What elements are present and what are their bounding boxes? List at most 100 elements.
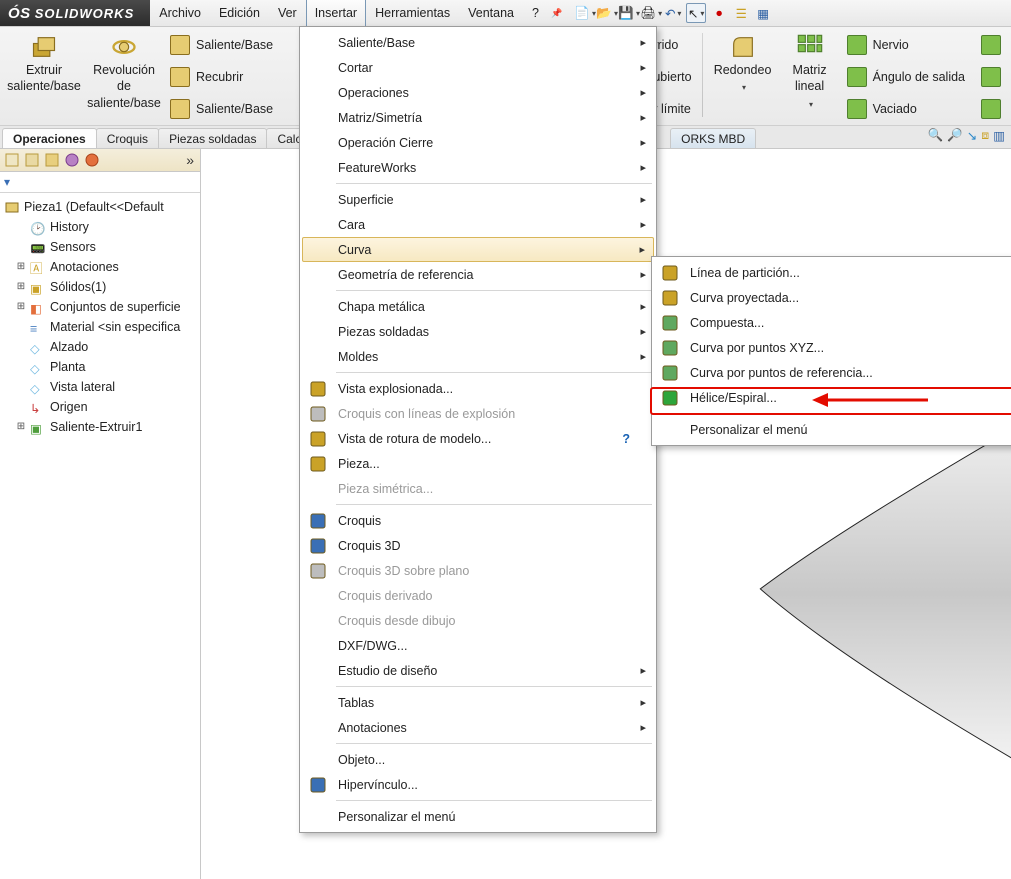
- curva-item[interactable]: Hélice/Espiral...: [654, 385, 1011, 410]
- insertar-item[interactable]: Chapa metálica: [302, 294, 654, 319]
- fm-tab-tree-icon[interactable]: [4, 152, 20, 168]
- ribbon-boundary[interactable]: Saliente/Base: [166, 95, 277, 123]
- fm-tabs-more[interactable]: »: [186, 152, 194, 168]
- ribbon-rib[interactable]: Nervio: [843, 31, 969, 59]
- dropdown-arrow-icon[interactable]: [739, 79, 746, 93]
- feature-filter[interactable]: ▾: [0, 172, 200, 193]
- insertar-item[interactable]: FeatureWorks: [302, 155, 654, 180]
- ribbon-revolve[interactable]: Revolución de saliente/base: [86, 31, 162, 125]
- tree-boss-extrude[interactable]: ⊞ ▣ Saliente-Extruir1: [2, 417, 198, 437]
- tree-root[interactable]: Pieza1 (Default<<Default: [2, 197, 198, 217]
- menu-edicion[interactable]: Edición: [210, 0, 269, 26]
- insertar-item[interactable]: Operación Cierre: [302, 130, 654, 155]
- rec-icon[interactable]: ●: [710, 4, 728, 22]
- tree-origin[interactable]: ↳ Origen: [2, 397, 198, 417]
- tree-sensors[interactable]: 📟 Sensors: [2, 237, 198, 257]
- insertar-item[interactable]: Piezas soldadas: [302, 319, 654, 344]
- save-icon[interactable]: 💾: [620, 4, 638, 22]
- insertar-item[interactable]: Cortar: [302, 55, 654, 80]
- tree-right-plane[interactable]: ◇ Vista lateral: [2, 377, 198, 397]
- sheet-icon[interactable]: ▦: [754, 4, 772, 22]
- ribbon-fillet[interactable]: Redondeo: [709, 31, 777, 125]
- insertar-item[interactable]: Croquis: [302, 508, 654, 533]
- insertar-item[interactable]: Hipervínculo...: [302, 772, 654, 797]
- insertar-item[interactable]: Personalizar el menú: [302, 804, 654, 829]
- menu-ver[interactable]: Ver: [269, 0, 306, 26]
- ribbon-loft[interactable]: Recubrir: [166, 63, 277, 91]
- insertar-item[interactable]: Matriz/Simetría: [302, 105, 654, 130]
- ribbon-draft[interactable]: Ángulo de salida: [843, 63, 969, 91]
- insertar-item[interactable]: Vista explosionada...: [302, 376, 654, 401]
- ribbon-swept[interactable]: Saliente/Base: [166, 31, 277, 59]
- print-icon[interactable]: 🖨: [642, 4, 660, 22]
- insertar-item[interactable]: Objeto...: [302, 747, 654, 772]
- tab-piezas-soldadas[interactable]: Piezas soldadas: [158, 128, 267, 148]
- new-doc-icon[interactable]: 📄: [576, 4, 594, 22]
- menu-insertar[interactable]: Insertar: [306, 0, 366, 27]
- zoom-in-icon[interactable]: 🔍: [928, 128, 944, 143]
- open-icon[interactable]: 📂: [598, 4, 616, 22]
- ribbon-extra-3[interactable]: [977, 95, 1005, 123]
- tree-top-plane[interactable]: ◇ Planta: [2, 357, 198, 377]
- ribbon-linear-pattern[interactable]: Matriz lineal: [781, 31, 839, 125]
- insertar-item[interactable]: DXF/DWG...: [302, 633, 654, 658]
- insertar-item[interactable]: Curva: [302, 237, 654, 262]
- help-icon[interactable]: ?: [622, 432, 630, 446]
- ribbon-label: ubierto: [653, 70, 691, 84]
- insertar-item[interactable]: Pieza...: [302, 451, 654, 476]
- expand-icon[interactable]: ⊞: [16, 297, 26, 317]
- ribbon-extra-1[interactable]: [977, 31, 1005, 59]
- fm-tab-property-icon[interactable]: [24, 152, 40, 168]
- menu-ventana[interactable]: Ventana: [459, 0, 523, 26]
- curva-item[interactable]: Curva proyectada...: [654, 285, 1011, 310]
- insertar-item[interactable]: Geometría de referencia: [302, 262, 654, 287]
- display-style-icon[interactable]: ▥: [993, 128, 1005, 143]
- curva-item[interactable]: Línea de partición...: [654, 260, 1011, 285]
- fm-tab-dim-icon[interactable]: [64, 152, 80, 168]
- tab-croquis[interactable]: Croquis: [96, 128, 159, 148]
- tree-surfaces[interactable]: ⊞ ◧ Conjuntos de superficie: [2, 297, 198, 317]
- ribbon-extrude[interactable]: Extruir saliente/base: [6, 31, 82, 125]
- curva-item[interactable]: Curva por puntos XYZ...: [654, 335, 1011, 360]
- curva-item[interactable]: Personalizar el menú: [654, 417, 1011, 442]
- fm-tab-config-icon[interactable]: [44, 152, 60, 168]
- undo-icon[interactable]: ↶: [664, 4, 682, 22]
- insertar-item[interactable]: Anotaciones: [302, 715, 654, 740]
- tree-anotaciones[interactable]: ⊞ 🄰 Anotaciones: [2, 257, 198, 277]
- insertar-item[interactable]: Croquis 3D: [302, 533, 654, 558]
- ribbon-label: r límite: [653, 102, 691, 116]
- ribbon-shell[interactable]: Vaciado: [843, 95, 969, 123]
- tree-history[interactable]: 🕑 History: [2, 217, 198, 237]
- insertar-item[interactable]: Superficie: [302, 187, 654, 212]
- sketch-relations-icon[interactable]: ↘: [967, 128, 977, 143]
- insertar-item[interactable]: Vista de rotura de modelo...?: [302, 426, 654, 451]
- tree-solidos[interactable]: ⊞ ▣ Sólidos(1): [2, 277, 198, 297]
- select-icon[interactable]: ↖: [686, 3, 706, 23]
- insertar-item[interactable]: Saliente/Base: [302, 30, 654, 55]
- dropdown-arrow-icon[interactable]: [806, 96, 813, 110]
- ribbon-extra-2[interactable]: [977, 63, 1005, 91]
- expand-icon[interactable]: ⊞: [16, 257, 26, 277]
- insertar-item[interactable]: Moldes: [302, 344, 654, 369]
- section-view-icon[interactable]: ⧈: [981, 128, 989, 143]
- tab-mbd[interactable]: ORKS MBD: [670, 128, 756, 148]
- curva-item[interactable]: Compuesta...: [654, 310, 1011, 335]
- insertar-item[interactable]: Operaciones: [302, 80, 654, 105]
- insertar-item[interactable]: Tablas: [302, 690, 654, 715]
- expand-icon[interactable]: ⊞: [16, 277, 26, 297]
- insertar-item[interactable]: Cara: [302, 212, 654, 237]
- insertar-item[interactable]: Estudio de diseño: [302, 658, 654, 683]
- zoom-fit-icon[interactable]: 🔎: [947, 128, 963, 143]
- menu-herramientas[interactable]: Herramientas: [366, 0, 459, 26]
- menu-pin-icon[interactable]: 📌: [551, 8, 562, 19]
- tab-operaciones[interactable]: Operaciones: [2, 128, 97, 148]
- menu-archivo[interactable]: Archivo: [150, 0, 210, 26]
- menu-help[interactable]: ?: [523, 0, 548, 26]
- fm-tab-appearance-icon[interactable]: [84, 152, 100, 168]
- tree-front-plane[interactable]: ◇ Alzado: [2, 337, 198, 357]
- tree-label: Pieza1 (Default<<Default: [24, 197, 164, 217]
- curva-item[interactable]: Curva por puntos de referencia...: [654, 360, 1011, 385]
- options-icon[interactable]: ☰: [732, 4, 750, 22]
- tree-material[interactable]: ≡ Material <sin especifica: [2, 317, 198, 337]
- expand-icon[interactable]: ⊞: [16, 417, 26, 437]
